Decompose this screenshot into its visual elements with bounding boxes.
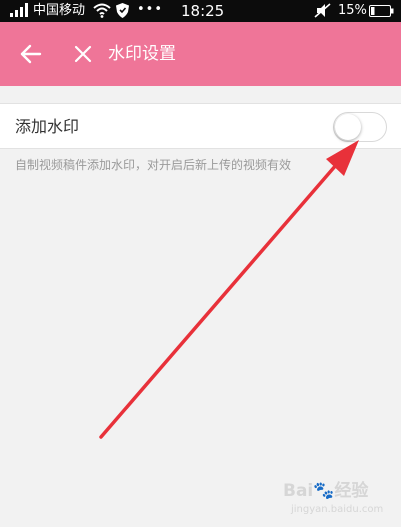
add-watermark-setting-row[interactable]: 添加水印 xyxy=(0,103,401,149)
clock: 18:25 xyxy=(181,2,225,20)
toggle-knob xyxy=(335,114,361,140)
add-watermark-label: 添加水印 xyxy=(15,117,80,136)
shield-icon xyxy=(116,3,129,18)
watermark-url: jingyan.baidu.com xyxy=(291,504,384,515)
back-arrow-icon[interactable] xyxy=(19,42,43,66)
status-bar: 中国移动 ••• 18:25 15% xyxy=(0,0,401,22)
watermark-hint-text: 自制视频稿件添加水印，对开启后新上传的视频有效 xyxy=(15,158,292,172)
signal-icon xyxy=(10,3,28,17)
wifi-icon xyxy=(93,3,111,18)
app-bar: 水印设置 xyxy=(0,22,401,86)
carrier-name: 中国移动 xyxy=(33,3,86,18)
close-icon[interactable] xyxy=(71,42,95,66)
more-notifications: ••• xyxy=(137,2,164,17)
mute-icon xyxy=(314,3,331,18)
battery-percent: 15% xyxy=(338,3,367,18)
add-watermark-toggle[interactable] xyxy=(333,112,387,142)
baidu-jingyan-watermark: Bai🐾经验 jingyan.baidu.com xyxy=(283,480,393,520)
watermark-logo: Bai🐾经验 xyxy=(283,481,369,501)
battery-icon xyxy=(369,5,394,17)
page-title: 水印设置 xyxy=(108,44,176,64)
